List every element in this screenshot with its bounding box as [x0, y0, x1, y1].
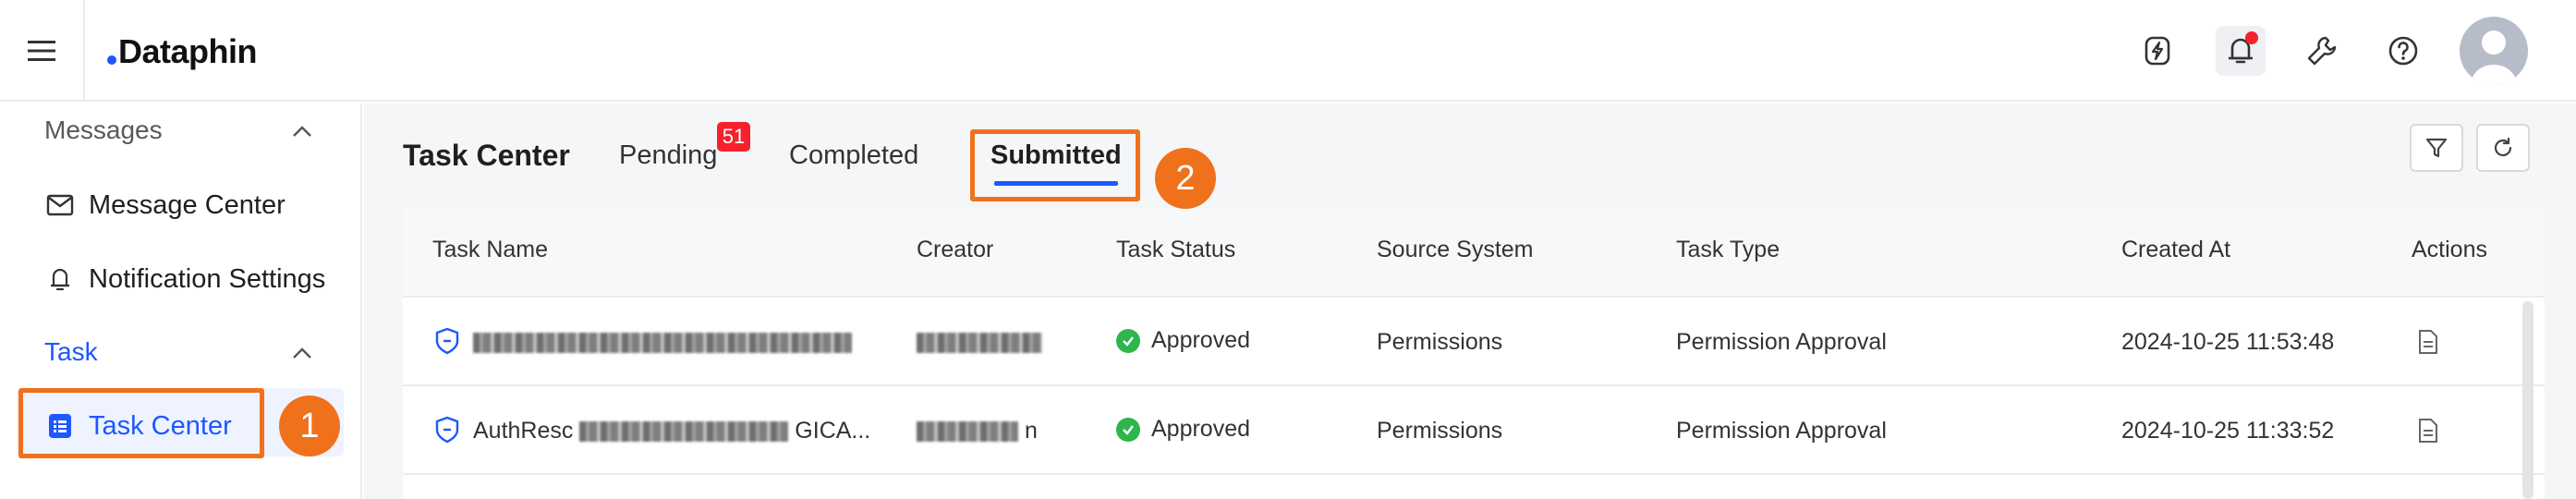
filter-button[interactable] — [2410, 124, 2463, 172]
annotation-box-submitted — [970, 129, 1140, 201]
step-badge-2: 2 — [1155, 148, 1216, 209]
column-header-actions: Actions — [2412, 237, 2487, 262]
notifications-button[interactable] — [2216, 26, 2266, 76]
column-header-task-status[interactable]: Task Status — [1116, 237, 1235, 263]
shield-icon — [435, 416, 459, 444]
table-scrollbar[interactable] — [2522, 301, 2533, 499]
redacted-creator — [917, 333, 1042, 354]
column-header-source-system[interactable]: Source System — [1377, 237, 1534, 263]
chevron-up-icon[interactable] — [288, 340, 316, 368]
app-logo[interactable]: Dataphin — [107, 28, 258, 76]
document-icon[interactable] — [2417, 329, 2439, 355]
task-name-prefix: AuthResc — [473, 418, 574, 444]
lightning-icon — [2145, 36, 2170, 66]
top-bar: Dataphin — [0, 0, 2576, 102]
task-type-cell: Permission Approval — [1676, 329, 1887, 355]
menu-icon — [28, 41, 55, 61]
tools-button[interactable] — [2297, 26, 2347, 76]
bell-outline-icon — [44, 263, 76, 295]
tab-label: Completed — [789, 140, 919, 170]
pending-count-badge: 51 — [717, 122, 750, 152]
avatar-icon — [2471, 30, 2517, 85]
sidebar-item-label: Notification Settings — [89, 263, 326, 294]
menu-toggle-button[interactable] — [0, 0, 85, 102]
notification-dot — [2245, 31, 2258, 44]
created-at-cell: 2024-10-25 11:53:48 — [2121, 329, 2335, 355]
sidebar-group-label: Task — [44, 337, 98, 366]
document-icon[interactable] — [2417, 418, 2439, 444]
logo-text: Dataphin — [118, 32, 258, 70]
quick-action-button[interactable] — [2132, 26, 2182, 76]
task-name-link[interactable]: AuthResc GICA... — [473, 418, 870, 444]
column-header-task-type[interactable]: Task Type — [1676, 237, 1780, 263]
status-label: Approved — [1151, 416, 1251, 442]
step-number: 2 — [1175, 158, 1196, 198]
help-button[interactable] — [2378, 26, 2428, 76]
column-header-creator[interactable]: Creator — [917, 237, 993, 263]
creator-suffix: n — [1024, 418, 1038, 444]
table-header: Task Name Creator Task Status Source Sys… — [403, 209, 2545, 298]
logo-dot — [107, 55, 116, 65]
filter-icon — [2425, 138, 2448, 158]
source-system-cell: Permissions — [1377, 418, 1503, 444]
page-title: Task Center — [403, 139, 570, 172]
annotation-box-task-center — [18, 388, 264, 458]
column-header-task-name[interactable]: Task Name — [432, 237, 548, 263]
task-type-cell: Permission Approval — [1676, 418, 1887, 444]
refresh-button[interactable] — [2476, 124, 2530, 172]
table-row[interactable]: Approved Permissions Permission Approval… — [403, 298, 2545, 386]
step-number: 1 — [299, 406, 320, 445]
sidebar-item-label: Message Center — [89, 189, 286, 220]
sidebar-group-label: Messages — [44, 116, 163, 144]
help-icon — [2388, 36, 2418, 66]
mail-icon — [44, 189, 76, 221]
chevron-up-icon[interactable] — [288, 118, 316, 146]
refresh-icon — [2494, 137, 2512, 157]
shield-icon — [435, 327, 459, 355]
sidebar-group-messages[interactable]: Messages — [44, 116, 163, 145]
status-badge: Approved — [1116, 327, 1250, 354]
table-row[interactable]: AuthResc GICA... n Approved Permissions … — [403, 386, 2545, 475]
wrench-icon — [2307, 36, 2337, 66]
tab-pending[interactable]: Pending — [619, 140, 717, 171]
column-header-created-at[interactable]: Created At — [2121, 237, 2230, 263]
creator-cell: n — [917, 418, 1038, 444]
check-circle-icon — [1116, 328, 1140, 353]
source-system-cell: Permissions — [1377, 329, 1503, 355]
sidebar-item-message-center[interactable]: Message Center — [44, 189, 286, 221]
user-avatar[interactable] — [2460, 17, 2528, 85]
task-name-suffix: GICA... — [795, 418, 871, 444]
creator-cell — [917, 329, 1042, 356]
sidebar-group-task[interactable]: Task — [44, 337, 98, 367]
redacted-creator — [917, 421, 1018, 443]
sidebar-item-notification-settings[interactable]: Notification Settings — [44, 263, 325, 295]
redacted-task-name — [579, 421, 789, 443]
tab-label: Pending — [619, 140, 718, 170]
task-table: Task Name Creator Task Status Source Sys… — [403, 209, 2545, 499]
task-name-link[interactable] — [473, 329, 852, 356]
status-badge: Approved — [1116, 416, 1250, 443]
check-circle-icon — [1116, 417, 1140, 442]
step-badge-1: 1 — [279, 396, 340, 456]
tab-completed[interactable]: Completed — [789, 140, 918, 171]
redacted-task-name — [473, 333, 852, 354]
status-label: Approved — [1151, 327, 1251, 353]
created-at-cell: 2024-10-25 11:33:52 — [2121, 418, 2335, 444]
